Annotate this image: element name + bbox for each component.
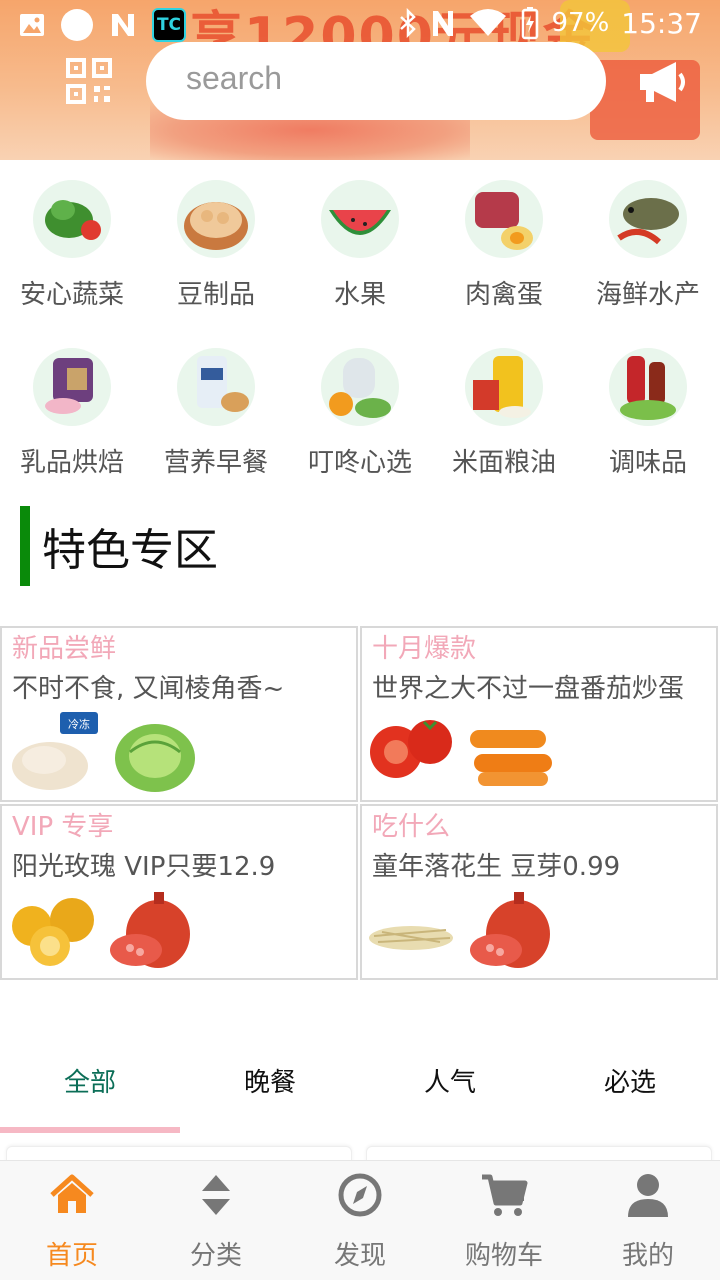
category-dingdong-select[interactable]: 叮咚心选 (288, 338, 432, 506)
frozen-badge: 冷冻 (68, 717, 90, 731)
category-label: 叮咚心选 (307, 448, 412, 478)
promo-desc: 不时不食, 又闻棱角香~ (12, 674, 285, 704)
bluetooth-icon (399, 8, 416, 38)
clock: 15:37 (621, 6, 702, 40)
battery-percent: 97% (551, 8, 610, 38)
category-condiments[interactable]: 调味品 (576, 338, 720, 506)
category-meat-eggs[interactable]: 肉禽蛋 (432, 170, 576, 338)
promo-card-new[interactable]: 新品尝鲜 不时不食, 又闻棱角香~ 冷冻 (0, 626, 358, 802)
active-tab-indicator (0, 1127, 180, 1133)
category-row-1: 安心蔬菜 豆制品 水果 肉禽蛋 海鲜水产 (0, 170, 720, 338)
category-dairy-bakery[interactable]: 乳品烘焙 (0, 338, 144, 506)
no-sim-icon (432, 11, 453, 36)
promo-desc: 童年落花生 豆芽0.99 (372, 852, 621, 882)
cart-icon (482, 1174, 528, 1216)
special-zone-header: 特色专区 (20, 506, 218, 586)
category-label: 海鲜水产 (595, 280, 700, 310)
home-icon (50, 1174, 94, 1213)
promo-tag: 新品尝鲜 (12, 634, 117, 664)
category-row-2: 乳品烘焙 营养早餐 叮咚心选 米面粮油 调味品 (0, 338, 720, 506)
pomegranate-image (470, 892, 550, 968)
category-grain-oil[interactable]: 米面粮油 (432, 338, 576, 506)
nav-discover[interactable]: 发现 (288, 1161, 432, 1280)
condiments-icon (609, 348, 687, 426)
category-label: 水果 (333, 280, 386, 310)
promo-tag: VIP 专享 (12, 812, 114, 842)
category-label: 乳品烘焙 (19, 448, 124, 478)
search-input[interactable] (186, 60, 586, 97)
promo-tag: 吃什么 (372, 812, 451, 842)
gallery-notification-icon (20, 14, 44, 36)
lettuce-image (115, 724, 195, 792)
tab-popular[interactable]: 人气 (360, 1040, 540, 1120)
nav-label: 发现 (333, 1241, 386, 1271)
breakfast-icon (177, 348, 255, 426)
section-accent-bar (20, 506, 30, 586)
nav-category[interactable]: 分类 (144, 1161, 288, 1280)
category-label: 肉禽蛋 (464, 280, 543, 310)
nav-home[interactable]: 首页 (0, 1161, 144, 1280)
status-bar-left: TC (18, 8, 186, 42)
orange-image (12, 898, 94, 966)
category-seafood[interactable]: 海鲜水产 (576, 170, 720, 338)
bottom-nav: 首页 分类 发现 购物车 我的 (0, 1160, 720, 1280)
grain-oil-icon (465, 348, 543, 426)
seafood-icon (609, 180, 687, 258)
category-grid: 安心蔬菜 豆制品 水果 肉禽蛋 海鲜水产 乳品烘焙 营养早餐 叮咚心选 米面粮油… (0, 170, 720, 506)
battery-icon (521, 7, 538, 40)
meat-eggs-icon (465, 180, 543, 258)
megaphone-icon[interactable] (636, 58, 688, 106)
tab-all[interactable]: 全部 (0, 1040, 180, 1120)
promo-card-what-to-eat[interactable]: 吃什么 童年落花生 豆芽0.99 (360, 804, 718, 980)
vegetables-icon (33, 180, 111, 258)
promo-tag: 十月爆款 (372, 634, 477, 664)
tomato-image (370, 720, 452, 778)
promo-desc: 阳光玫瑰 VIP只要12.9 (12, 852, 276, 882)
promo-desc: 世界之大不过一盘番茄炒蛋 (372, 674, 685, 704)
dairy-bakery-icon (33, 348, 111, 426)
qr-scan-icon[interactable] (66, 58, 112, 104)
nav-label: 首页 (45, 1241, 98, 1271)
sort-icon (202, 1175, 230, 1215)
section-title: 特色专区 (42, 525, 218, 576)
nav-profile[interactable]: 我的 (576, 1161, 720, 1280)
nav-cart[interactable]: 购物车 (432, 1161, 576, 1280)
category-breakfast[interactable]: 营养早餐 (144, 338, 288, 506)
status-bar-right: 97% 15:37 (398, 6, 702, 40)
tab-dinner[interactable]: 晚餐 (180, 1040, 360, 1120)
chicken-image: 冷冻 (12, 712, 98, 790)
category-vegetables[interactable]: 安心蔬菜 (0, 170, 144, 338)
user-icon (628, 1174, 668, 1217)
nav-label: 分类 (189, 1241, 242, 1271)
nav-label: 购物车 (464, 1241, 543, 1271)
promo-card-october[interactable]: 十月爆款 世界之大不过一盘番茄炒蛋 (360, 626, 718, 802)
tc-app-icon: TC (152, 8, 186, 42)
filter-tabs: 全部 晚餐 人气 必选 (0, 1040, 720, 1120)
app-root: 享12000元现金 TC 97% 15:37 search 安心蔬菜 豆制品 水… (0, 0, 720, 1280)
category-label: 调味品 (608, 448, 687, 478)
tab-must-buy[interactable]: 必选 (540, 1040, 720, 1120)
category-fruit[interactable]: 水果 (288, 170, 432, 338)
fruit-icon (321, 180, 399, 258)
search-bar[interactable] (146, 42, 606, 120)
category-label: 营养早餐 (163, 448, 268, 478)
dingdong-select-icon (321, 348, 399, 426)
category-soy-products[interactable]: 豆制品 (144, 170, 288, 338)
category-label: 豆制品 (176, 280, 255, 310)
category-label: 米面粮油 (451, 448, 556, 478)
promo-card-vip[interactable]: VIP 专享 阳光玫瑰 VIP只要12.9 (0, 804, 358, 980)
wifi-icon (469, 9, 506, 36)
n-notification-icon (112, 14, 134, 36)
category-label: 安心蔬菜 (19, 280, 124, 310)
soy-products-icon (177, 180, 255, 258)
bean-sprouts-image (369, 926, 453, 950)
carrot-image (470, 730, 552, 786)
compass-icon (338, 1173, 382, 1217)
nav-label: 我的 (621, 1241, 674, 1271)
circle-notification-icon (61, 9, 93, 41)
pomegranate-image (110, 892, 190, 968)
